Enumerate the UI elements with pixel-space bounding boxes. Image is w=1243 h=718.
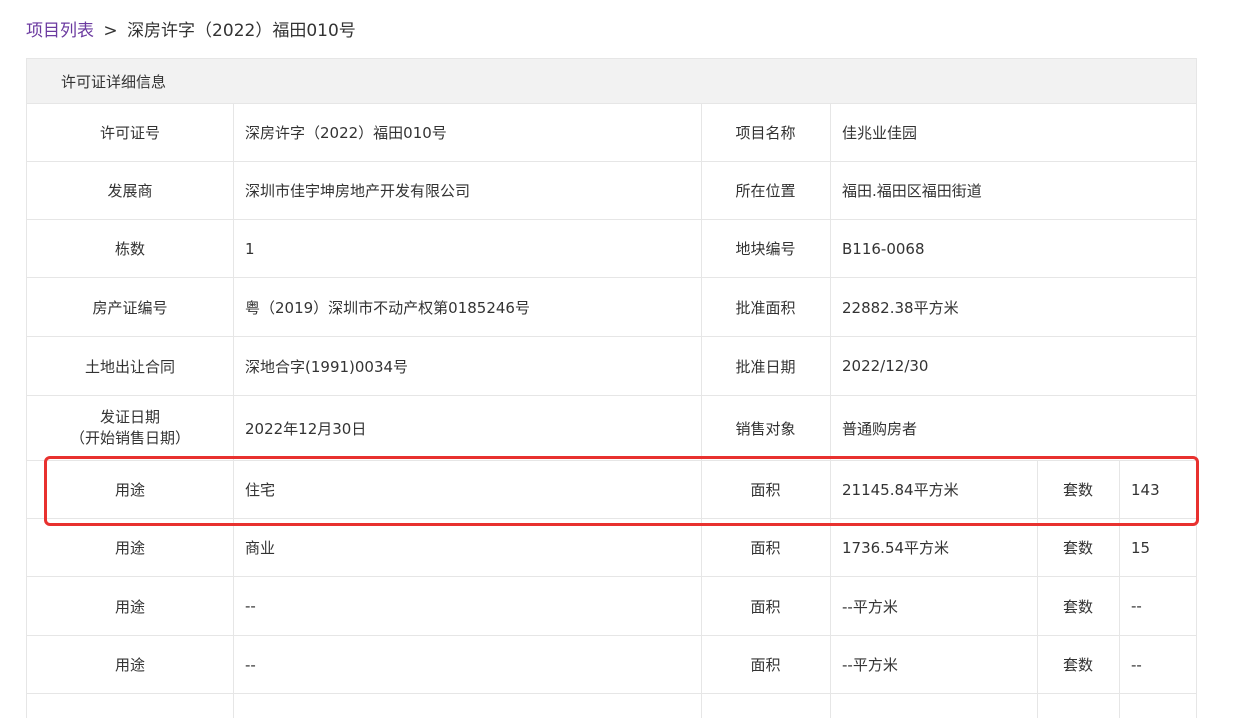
label-approved-area: 批准面积 bbox=[735, 298, 796, 317]
label-units: 套数 bbox=[1062, 539, 1093, 557]
detail-row-property-cert: 房产证编号 粤（2019）深圳市不动产权第0185246号 批准面积 22882… bbox=[27, 278, 1196, 337]
label-issue-date: 发证日期 （开始销售日期） bbox=[27, 396, 233, 460]
label-area: 面积 bbox=[750, 539, 781, 557]
label-usage: 用途 bbox=[114, 539, 145, 557]
detail-row-issue-date: 发证日期 （开始销售日期） 2022年12月30日 销售对象 普通购房者 bbox=[27, 396, 1196, 461]
label-units: 套数 bbox=[1062, 481, 1093, 499]
label-units: 套数 bbox=[1062, 656, 1093, 674]
label-sales-target: 销售对象 bbox=[735, 419, 796, 438]
value-usage: -- bbox=[245, 655, 256, 674]
label-approval-date: 批准日期 bbox=[735, 357, 796, 376]
permit-detail-panel: 许可证详细信息 许可证号 深房许字（2022）福田010号 项目名称 佳兆业佳园… bbox=[26, 58, 1197, 718]
value-sales-target: 普通购房者 bbox=[842, 419, 918, 438]
label-issue-date-line2: （开始销售日期） bbox=[69, 429, 190, 447]
detail-row-developer: 发展商 深圳市佳宇坤房地产开发有限公司 所在位置 福田.福田区福田街道 bbox=[27, 162, 1196, 220]
value-approved-area: 22882.38平方米 bbox=[842, 298, 959, 317]
panel-header: 许可证详细信息 bbox=[27, 58, 1196, 104]
value-area: 21145.84平方米 bbox=[842, 481, 959, 499]
usage-row-partial bbox=[27, 694, 1196, 718]
value-units: -- bbox=[1131, 655, 1142, 674]
label-area: 面积 bbox=[750, 656, 781, 674]
label-usage: 用途 bbox=[114, 481, 145, 499]
value-developer: 深圳市佳宇坤房地产开发有限公司 bbox=[245, 182, 471, 200]
value-plot-number: B116-0068 bbox=[842, 239, 925, 258]
label-location: 所在位置 bbox=[735, 182, 796, 200]
label-plot-number: 地块编号 bbox=[735, 240, 796, 258]
breadcrumb-separator: > bbox=[103, 21, 118, 41]
label-property-cert: 房产证编号 bbox=[92, 298, 168, 317]
value-units: 15 bbox=[1131, 538, 1151, 557]
value-usage: -- bbox=[245, 597, 256, 615]
value-building-count: 1 bbox=[245, 239, 255, 258]
label-permit-number: 许可证号 bbox=[99, 124, 160, 142]
value-approval-date: 2022/12/30 bbox=[842, 357, 929, 375]
breadcrumb: 项目列表 > 深房许字（2022）福田010号 bbox=[26, 19, 356, 43]
value-location: 福田.福田区福田街道 bbox=[842, 182, 982, 200]
label-usage: 用途 bbox=[114, 656, 145, 674]
value-permit-number: 深房许字（2022）福田010号 bbox=[245, 124, 447, 142]
label-building-count: 栋数 bbox=[114, 240, 145, 258]
value-area: --平方米 bbox=[842, 597, 898, 616]
label-land-contract: 土地出让合同 bbox=[84, 357, 175, 376]
value-project-name: 佳兆业佳园 bbox=[842, 124, 918, 142]
panel-title: 许可证详细信息 bbox=[61, 73, 167, 91]
label-area: 面积 bbox=[750, 481, 781, 499]
breadcrumb-current: 深房许字（2022）福田010号 bbox=[127, 21, 356, 41]
label-issue-date-line1: 发证日期 bbox=[99, 408, 160, 426]
usage-row-empty-2: 用途 -- 面积 --平方米 套数 -- bbox=[27, 636, 1196, 694]
detail-row-land-contract: 土地出让合同 深地合字(1991)0034号 批准日期 2022/12/30 bbox=[27, 337, 1196, 396]
value-land-contract: 深地合字(1991)0034号 bbox=[245, 357, 409, 376]
label-units: 套数 bbox=[1062, 597, 1093, 616]
value-property-cert: 粤（2019）深圳市不动产权第0185246号 bbox=[245, 298, 530, 317]
value-units: 143 bbox=[1131, 480, 1160, 499]
breadcrumb-project-list-link[interactable]: 项目列表 bbox=[26, 21, 94, 41]
usage-row-empty-1: 用途 -- 面积 --平方米 套数 -- bbox=[27, 577, 1196, 636]
label-area: 面积 bbox=[750, 597, 781, 616]
value-area: 1736.54平方米 bbox=[842, 539, 950, 557]
usage-row-residential: 用途 住宅 面积 21145.84平方米 套数 143 bbox=[27, 461, 1196, 519]
value-issue-date: 2022年12月30日 bbox=[245, 419, 367, 438]
detail-row-building-count: 栋数 1 地块编号 B116-0068 bbox=[27, 220, 1196, 278]
label-developer: 发展商 bbox=[107, 182, 153, 200]
label-project-name: 项目名称 bbox=[735, 124, 796, 142]
detail-row-permit-number: 许可证号 深房许字（2022）福田010号 项目名称 佳兆业佳园 bbox=[27, 104, 1196, 162]
value-usage: 住宅 bbox=[245, 481, 276, 499]
usage-row-commercial: 用途 商业 面积 1736.54平方米 套数 15 bbox=[27, 519, 1196, 577]
value-usage: 商业 bbox=[245, 539, 276, 557]
label-usage: 用途 bbox=[114, 597, 145, 616]
value-units: -- bbox=[1131, 597, 1142, 615]
value-area: --平方米 bbox=[842, 656, 898, 674]
